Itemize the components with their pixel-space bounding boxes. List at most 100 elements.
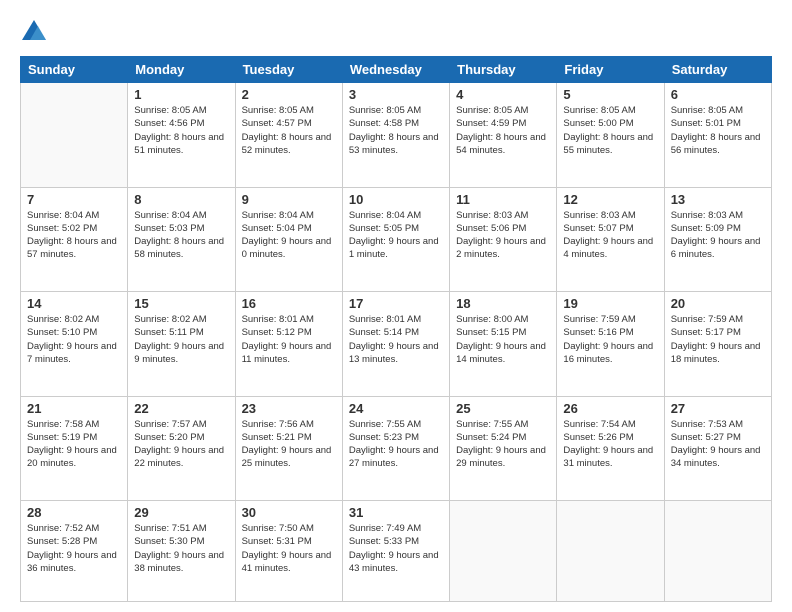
logo: [20, 18, 52, 46]
header-day-sunday: Sunday: [21, 57, 128, 83]
day-number: 14: [27, 296, 121, 311]
header-day-saturday: Saturday: [664, 57, 771, 83]
day-number: 4: [456, 87, 550, 102]
day-number: 21: [27, 401, 121, 416]
header-day-thursday: Thursday: [450, 57, 557, 83]
day-number: 1: [134, 87, 228, 102]
day-info: Sunrise: 8:00 AM Sunset: 5:15 PM Dayligh…: [456, 313, 550, 366]
day-info: Sunrise: 8:05 AM Sunset: 5:01 PM Dayligh…: [671, 104, 765, 157]
day-info: Sunrise: 7:51 AM Sunset: 5:30 PM Dayligh…: [134, 522, 228, 575]
day-info: Sunrise: 7:57 AM Sunset: 5:20 PM Dayligh…: [134, 418, 228, 471]
day-info: Sunrise: 7:50 AM Sunset: 5:31 PM Dayligh…: [242, 522, 336, 575]
day-number: 15: [134, 296, 228, 311]
day-info: Sunrise: 7:49 AM Sunset: 5:33 PM Dayligh…: [349, 522, 443, 575]
day-number: 28: [27, 505, 121, 520]
calendar-cell: [21, 83, 128, 188]
calendar-cell: 23 Sunrise: 7:56 AM Sunset: 5:21 PM Dayli…: [235, 396, 342, 501]
day-info: Sunrise: 8:05 AM Sunset: 4:56 PM Dayligh…: [134, 104, 228, 157]
day-number: 31: [349, 505, 443, 520]
calendar-cell: 24 Sunrise: 7:55 AM Sunset: 5:23 PM Dayli…: [342, 396, 449, 501]
calendar-cell: 7 Sunrise: 8:04 AM Sunset: 5:02 PM Daylig…: [21, 187, 128, 292]
day-number: 7: [27, 192, 121, 207]
day-number: 2: [242, 87, 336, 102]
calendar-cell: 17Sunrise: 8:01 AM Sunset: 5:14 PM Dayli…: [342, 292, 449, 397]
calendar-cell: 25Sunrise: 7:55 AM Sunset: 5:24 PM Dayli…: [450, 396, 557, 501]
calendar-cell: 16 Sunrise: 8:01 AM Sunset: 5:12 PM Dayli…: [235, 292, 342, 397]
calendar-cell: 22Sunrise: 7:57 AM Sunset: 5:20 PM Dayli…: [128, 396, 235, 501]
day-number: 27: [671, 401, 765, 416]
calendar-cell: 1 Sunrise: 8:05 AM Sunset: 4:56 PM Daylig…: [128, 83, 235, 188]
day-info: Sunrise: 7:54 AM Sunset: 5:26 PM Dayligh…: [563, 418, 657, 471]
day-info: Sunrise: 8:04 AM Sunset: 5:05 PM Dayligh…: [349, 209, 443, 262]
day-number: 9: [242, 192, 336, 207]
calendar-cell: 28 Sunrise: 7:52 AM Sunset: 5:28 PM Dayli…: [21, 501, 128, 602]
calendar-cell: 12Sunrise: 8:03 AM Sunset: 5:07 PM Dayli…: [557, 187, 664, 292]
calendar-cell: 27 Sunrise: 7:53 AM Sunset: 5:27 PM Dayli…: [664, 396, 771, 501]
week-row-4: 21Sunrise: 7:58 AM Sunset: 5:19 PM Dayli…: [21, 396, 772, 501]
day-number: 23: [242, 401, 336, 416]
day-info: Sunrise: 8:05 AM Sunset: 4:59 PM Dayligh…: [456, 104, 550, 157]
day-info: Sunrise: 7:56 AM Sunset: 5:21 PM Dayligh…: [242, 418, 336, 471]
calendar-cell: 5 Sunrise: 8:05 AM Sunset: 5:00 PM Daylig…: [557, 83, 664, 188]
calendar-cell: 2 Sunrise: 8:05 AM Sunset: 4:57 PM Daylig…: [235, 83, 342, 188]
day-number: 16: [242, 296, 336, 311]
calendar-header: SundayMondayTuesdayWednesdayThursdayFrid…: [21, 57, 772, 83]
calendar-cell: 4 Sunrise: 8:05 AM Sunset: 4:59 PM Daylig…: [450, 83, 557, 188]
calendar-cell: 8Sunrise: 8:04 AM Sunset: 5:03 PM Daylig…: [128, 187, 235, 292]
calendar-cell: 30Sunrise: 7:50 AM Sunset: 5:31 PM Dayli…: [235, 501, 342, 602]
day-info: Sunrise: 8:03 AM Sunset: 5:06 PM Dayligh…: [456, 209, 550, 262]
day-number: 18: [456, 296, 550, 311]
header-day-tuesday: Tuesday: [235, 57, 342, 83]
calendar-cell: 21Sunrise: 7:58 AM Sunset: 5:19 PM Dayli…: [21, 396, 128, 501]
day-info: Sunrise: 7:53 AM Sunset: 5:27 PM Dayligh…: [671, 418, 765, 471]
week-row-2: 7 Sunrise: 8:04 AM Sunset: 5:02 PM Daylig…: [21, 187, 772, 292]
calendar-cell: 20Sunrise: 7:59 AM Sunset: 5:17 PM Dayli…: [664, 292, 771, 397]
calendar-cell: 6Sunrise: 8:05 AM Sunset: 5:01 PM Daylig…: [664, 83, 771, 188]
page: SundayMondayTuesdayWednesdayThursdayFrid…: [0, 0, 792, 612]
calendar-cell: 11 Sunrise: 8:03 AM Sunset: 5:06 PM Dayli…: [450, 187, 557, 292]
day-info: Sunrise: 7:52 AM Sunset: 5:28 PM Dayligh…: [27, 522, 121, 575]
calendar-cell: 9 Sunrise: 8:04 AM Sunset: 5:04 PM Daylig…: [235, 187, 342, 292]
day-number: 19: [563, 296, 657, 311]
day-number: 12: [563, 192, 657, 207]
header-row: SundayMondayTuesdayWednesdayThursdayFrid…: [21, 57, 772, 83]
header-day-wednesday: Wednesday: [342, 57, 449, 83]
calendar-body: 1 Sunrise: 8:05 AM Sunset: 4:56 PM Daylig…: [21, 83, 772, 602]
calendar-cell: 10 Sunrise: 8:04 AM Sunset: 5:05 PM Dayli…: [342, 187, 449, 292]
calendar-cell: 14Sunrise: 8:02 AM Sunset: 5:10 PM Dayli…: [21, 292, 128, 397]
day-number: 13: [671, 192, 765, 207]
day-number: 20: [671, 296, 765, 311]
day-info: Sunrise: 8:05 AM Sunset: 5:00 PM Dayligh…: [563, 104, 657, 157]
calendar-cell: 13Sunrise: 8:03 AM Sunset: 5:09 PM Dayli…: [664, 187, 771, 292]
day-number: 17: [349, 296, 443, 311]
header-day-friday: Friday: [557, 57, 664, 83]
day-number: 29: [134, 505, 228, 520]
day-number: 5: [563, 87, 657, 102]
day-number: 10: [349, 192, 443, 207]
day-info: Sunrise: 7:55 AM Sunset: 5:23 PM Dayligh…: [349, 418, 443, 471]
day-number: 11: [456, 192, 550, 207]
day-info: Sunrise: 8:05 AM Sunset: 4:58 PM Dayligh…: [349, 104, 443, 157]
day-info: Sunrise: 8:05 AM Sunset: 4:57 PM Dayligh…: [242, 104, 336, 157]
week-row-5: 28 Sunrise: 7:52 AM Sunset: 5:28 PM Dayli…: [21, 501, 772, 602]
day-info: Sunrise: 8:04 AM Sunset: 5:04 PM Dayligh…: [242, 209, 336, 262]
calendar-cell: 26 Sunrise: 7:54 AM Sunset: 5:26 PM Dayli…: [557, 396, 664, 501]
day-number: 24: [349, 401, 443, 416]
day-info: Sunrise: 8:02 AM Sunset: 5:11 PM Dayligh…: [134, 313, 228, 366]
calendar-cell: 29 Sunrise: 7:51 AM Sunset: 5:30 PM Dayli…: [128, 501, 235, 602]
calendar-cell: [664, 501, 771, 602]
calendar: SundayMondayTuesdayWednesdayThursdayFrid…: [20, 56, 772, 602]
day-info: Sunrise: 8:01 AM Sunset: 5:12 PM Dayligh…: [242, 313, 336, 366]
day-number: 26: [563, 401, 657, 416]
calendar-cell: 19Sunrise: 7:59 AM Sunset: 5:16 PM Dayli…: [557, 292, 664, 397]
week-row-3: 14Sunrise: 8:02 AM Sunset: 5:10 PM Dayli…: [21, 292, 772, 397]
week-row-1: 1 Sunrise: 8:05 AM Sunset: 4:56 PM Daylig…: [21, 83, 772, 188]
day-number: 25: [456, 401, 550, 416]
day-info: Sunrise: 8:04 AM Sunset: 5:03 PM Dayligh…: [134, 209, 228, 262]
calendar-cell: [450, 501, 557, 602]
header-day-monday: Monday: [128, 57, 235, 83]
calendar-cell: 15 Sunrise: 8:02 AM Sunset: 5:11 PM Dayli…: [128, 292, 235, 397]
header: [20, 18, 772, 46]
calendar-cell: 18 Sunrise: 8:00 AM Sunset: 5:15 PM Dayli…: [450, 292, 557, 397]
day-info: Sunrise: 8:04 AM Sunset: 5:02 PM Dayligh…: [27, 209, 121, 262]
